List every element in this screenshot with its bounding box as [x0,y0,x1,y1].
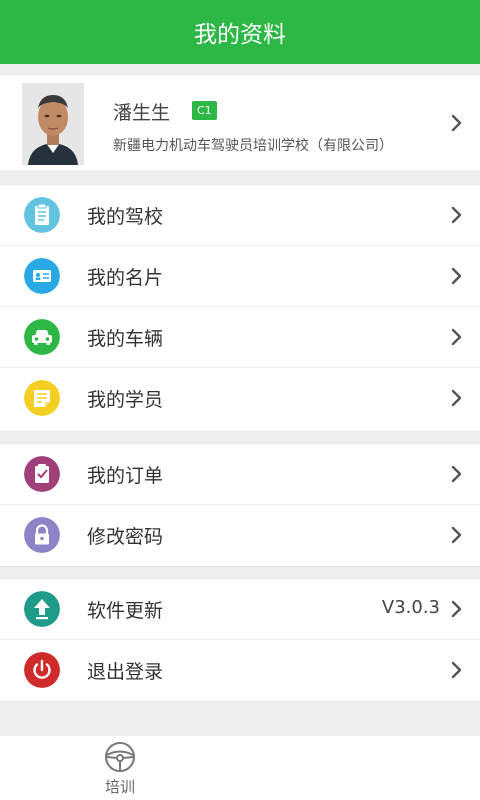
chevron-right-icon [451,206,462,224]
profile-org: 新疆电力机动车驾驶员培训学校（有限公司） [113,138,393,154]
header-bar: 我的资料 [0,0,480,64]
steering-wheel-icon [105,742,135,772]
menu-item-my-card[interactable]: 我的名片 [0,246,480,307]
tab-training[interactable]: 培训 [90,740,150,796]
menu-group-system: 软件更新 V3.0.3 退出登录 [0,578,480,702]
chevron-right-icon [451,328,462,346]
chevron-right-icon [451,267,462,285]
menu-item-label: 我的订单 [87,465,164,487]
menu-group-account: 我的订单 修改密码 [0,443,480,567]
menu-item-label: 修改密码 [87,526,164,548]
menu-item-change-password[interactable]: 修改密码 [0,505,480,566]
menu-item-my-school[interactable]: 我的驾校 [0,185,480,246]
menu-item-my-students[interactable]: 我的学员 [0,368,480,429]
license-badge: C1 [192,101,217,120]
menu-item-label: 我的驾校 [87,206,164,228]
menu-item-label: 我的学员 [87,389,164,411]
card-icon [24,258,60,294]
avatar [22,83,84,165]
chevron-right-icon [451,661,462,679]
menu-group-main: 我的驾校 我的名片 我的车辆 我的学员 [0,184,480,432]
menu-item-label: 我的车辆 [87,328,164,350]
order-icon [24,456,60,492]
chevron-right-icon [451,526,462,544]
menu-item-my-vehicle[interactable]: 我的车辆 [0,307,480,368]
profile-card[interactable]: 潘生生 C1 新疆电力机动车驾驶员培训学校（有限公司） [0,74,480,172]
clipboard-icon [24,197,60,233]
note-icon [24,380,60,416]
lock-icon [24,517,60,553]
chevron-right-icon [451,600,462,618]
menu-item-label: 软件更新 [87,600,164,622]
menu-item-logout[interactable]: 退出登录 [0,640,480,701]
power-icon [24,652,60,688]
profile-name: 潘生生 [113,102,171,124]
bottom-tab-bar: 培训 [0,736,480,800]
tab-label: 培训 [104,778,135,796]
upload-icon [24,591,60,627]
menu-item-my-orders[interactable]: 我的订单 [0,444,480,505]
menu-item-label: 退出登录 [87,661,164,683]
car-icon [24,319,60,355]
page-title: 我的资料 [194,22,286,48]
chevron-right-icon [451,389,462,407]
app-version: V3.0.3 [381,597,440,618]
chevron-right-icon [451,114,462,132]
chevron-right-icon [451,465,462,483]
menu-item-software-update[interactable]: 软件更新 V3.0.3 [0,579,480,640]
menu-item-label: 我的名片 [87,267,164,289]
